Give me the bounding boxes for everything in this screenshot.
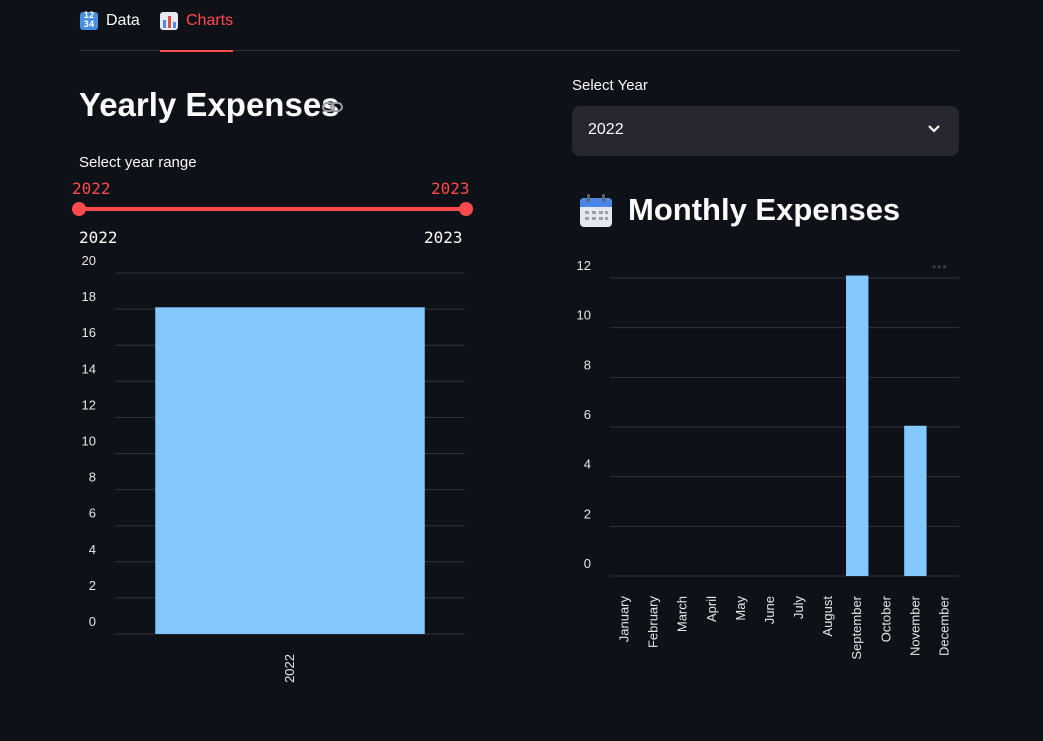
y-tick-label: 12 (82, 397, 96, 412)
y-tick-label: 4 (584, 457, 591, 472)
y-tick-label: 0 (89, 614, 96, 629)
y-tick-label: 0 (584, 556, 591, 571)
y-tick-label: 20 (82, 253, 96, 268)
tab-charts-label: Charts (186, 12, 234, 29)
y-tick-label: 8 (584, 357, 591, 372)
y-tick-label: 10 (82, 434, 96, 449)
bar (904, 425, 927, 576)
range-max-value: 2023 (431, 179, 470, 198)
yearly-expenses-chart: 0 2 4 6 8 10 12 14 16 18 20 2022 (82, 253, 465, 683)
yearly-expenses-title: Yearly Expenses (79, 86, 340, 123)
x-tick-label: August (820, 596, 835, 637)
select-year-label: Select Year (572, 77, 648, 94)
x-tick-label: January (617, 596, 632, 643)
year-range-label: Select year range (79, 154, 197, 171)
x-tick-label: April (704, 596, 719, 622)
y-tick-label: 2 (584, 506, 591, 521)
y-tick-label: 10 (577, 308, 591, 323)
bar-chart-icon (160, 12, 178, 30)
tab-charts[interactable]: Charts (160, 12, 234, 52)
y-tick-label: 14 (82, 361, 96, 376)
range-min-value: 2022 (72, 179, 111, 198)
bar (155, 307, 425, 634)
calendar-icon (580, 194, 612, 227)
year-select[interactable]: 2022 (572, 106, 959, 156)
x-tick-label: 2022 (282, 654, 297, 683)
tab-bar: 12 34 Data Charts (80, 0, 959, 52)
y-tick-label: 8 (89, 470, 96, 485)
x-tick-label: May (733, 596, 748, 621)
y-tick-label: 18 (82, 289, 96, 304)
range-min-thumb[interactable] (72, 202, 86, 216)
x-tick-label: July (791, 596, 806, 620)
tab-data[interactable]: 12 34 Data (80, 12, 140, 50)
range-max-thumb[interactable] (459, 202, 473, 216)
monthly-expenses-chart: 0 2 4 6 8 10 12 January February March April May Jun… (577, 258, 959, 660)
y-tick-label: 12 (577, 258, 591, 273)
tab-data-label: Data (106, 12, 140, 29)
range-min-bound: 2022 (79, 228, 118, 247)
y-tick-label: 4 (89, 542, 96, 557)
range-max-bound: 2023 (424, 228, 463, 247)
bar (846, 275, 869, 576)
x-tick-label: November (907, 595, 922, 656)
x-tick-label: December (936, 595, 951, 656)
x-tick-label: June (762, 596, 777, 624)
y-tick-label: 2 (89, 578, 96, 593)
chevron-down-icon (928, 125, 940, 133)
x-tick-label: February (646, 596, 661, 649)
link-icon[interactable] (322, 100, 344, 114)
monthly-expenses-title: Monthly Expenses (628, 192, 901, 227)
selected-year: 2022 (588, 121, 624, 138)
y-tick-label: 6 (584, 407, 591, 422)
y-tick-label: 6 (89, 506, 96, 521)
numbers-icon: 12 34 (80, 12, 98, 30)
year-range-slider-track[interactable] (79, 207, 466, 211)
x-tick-label: October (878, 595, 893, 642)
y-tick-label: 16 (82, 325, 96, 340)
x-tick-label: September (849, 595, 864, 659)
x-tick-label: March (675, 596, 690, 632)
